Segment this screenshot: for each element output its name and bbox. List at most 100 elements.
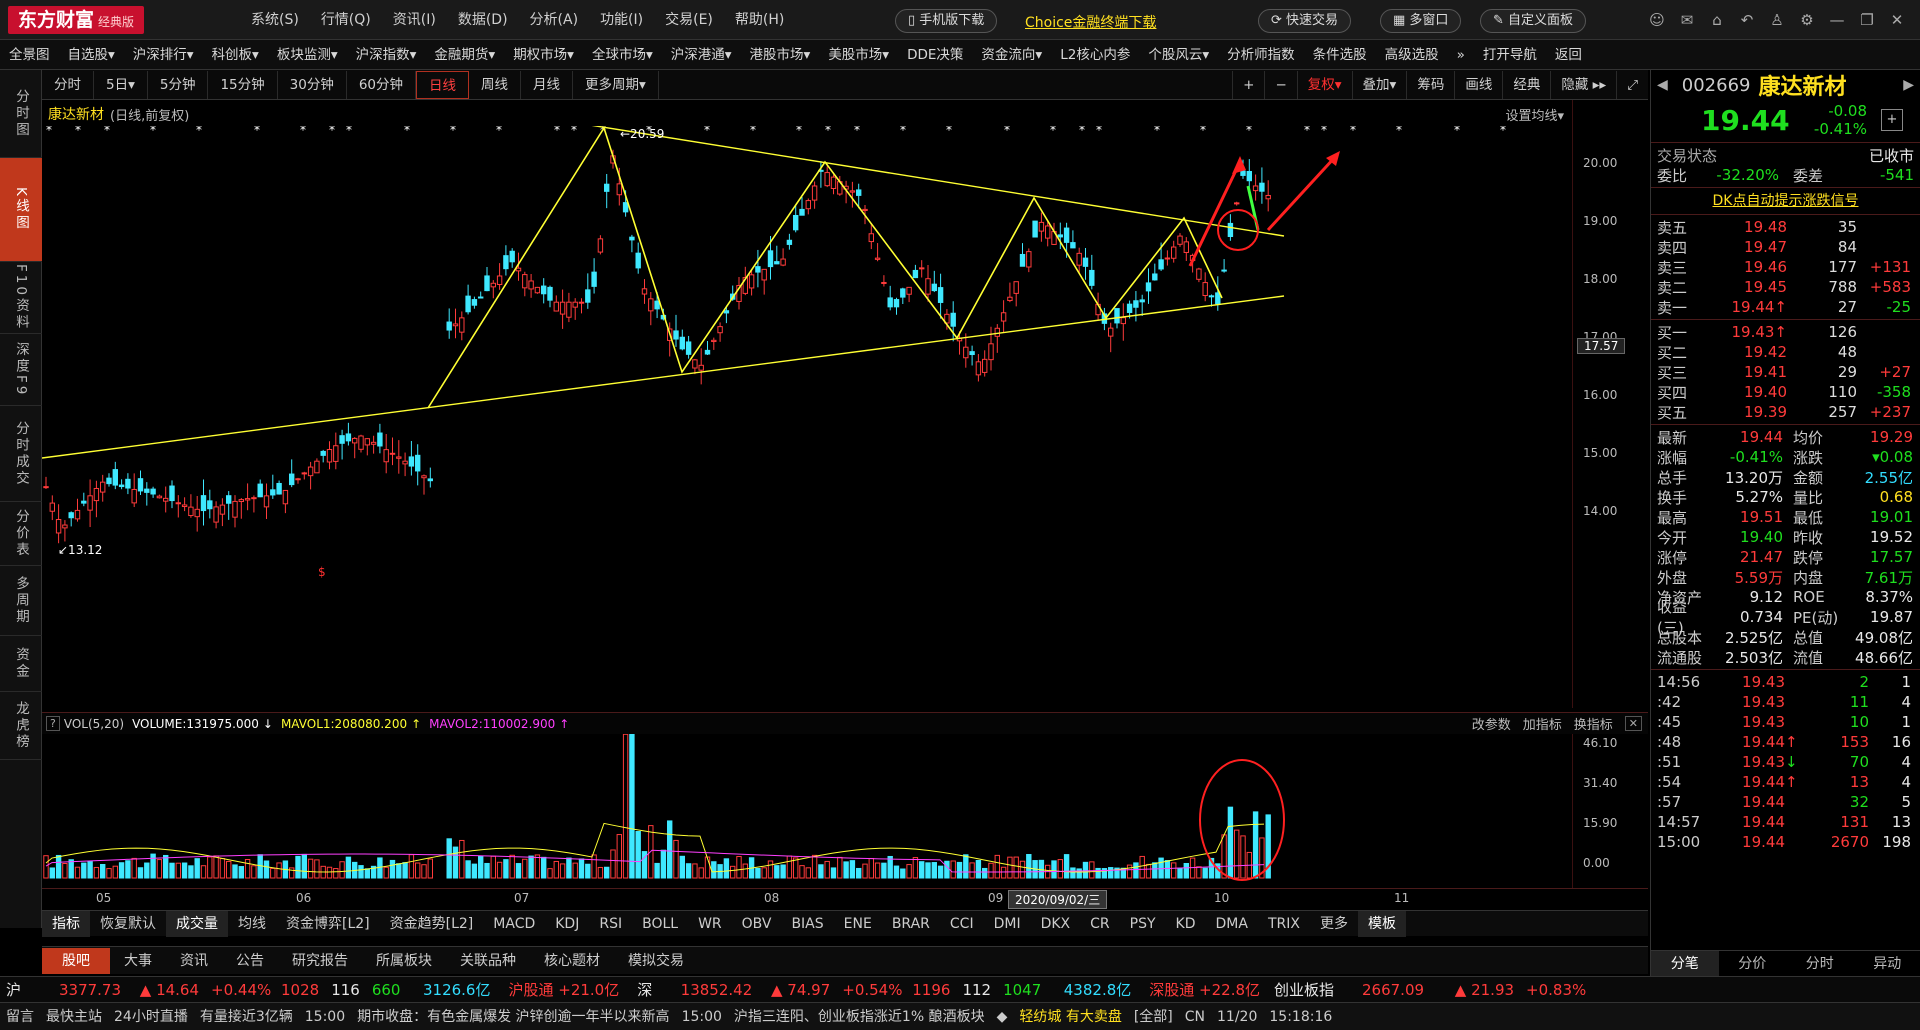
chart-tool-button[interactable]: 经典 [1502, 70, 1550, 99]
menu-item[interactable]: 帮助(H) [724, 0, 795, 40]
home-icon[interactable]: ⌂ [1702, 0, 1732, 40]
period-tab[interactable]: 30分钟 [278, 70, 347, 99]
period-tab[interactable]: 日线 [416, 70, 470, 99]
sh-index-value[interactable]: 3377.73 [27, 977, 127, 1003]
news-item[interactable]: 11/20 [1211, 1003, 1263, 1030]
restore-icon[interactable]: ❐ [1852, 0, 1882, 40]
indicator-tab[interactable]: ENE [834, 911, 882, 937]
indicator-tab[interactable]: 指标 [42, 910, 90, 937]
mobile-download-button[interactable]: ▯ 手机版下载 [895, 9, 998, 33]
close-panel-icon[interactable]: ✕ [1624, 716, 1642, 731]
period-tab[interactable]: 60分钟 [347, 70, 417, 99]
nav-item[interactable]: 全球市场▾ [583, 40, 662, 70]
volume-action-button[interactable]: 换指标 [1568, 714, 1619, 733]
quote-panel-tab[interactable]: 分价 [1719, 951, 1787, 977]
help-icon[interactable]: ? [46, 716, 60, 731]
indicator-tab[interactable]: DKX [1031, 911, 1081, 937]
view-tab[interactable]: F10资料 [0, 262, 42, 334]
indicator-tab[interactable]: MACD [483, 911, 545, 937]
indicator-tab[interactable]: CR [1080, 911, 1120, 937]
period-tab[interactable]: 5日▾ [94, 70, 148, 99]
user-icon[interactable]: ☺ [1642, 0, 1672, 40]
period-tab[interactable]: 更多周期▾ [573, 70, 659, 99]
info-tab[interactable]: 股吧 [42, 947, 110, 974]
indicator-tab[interactable]: 成交量 [166, 910, 228, 937]
indicator-tab[interactable]: 模板 [1357, 910, 1406, 937]
nav-item[interactable]: 返回 [1546, 40, 1591, 70]
nav-item[interactable]: 科创板▾ [203, 40, 268, 70]
news-item[interactable]: 有量接近3亿辆 [194, 1003, 299, 1030]
period-tab[interactable]: 5分钟 [148, 70, 209, 99]
info-tab[interactable]: 核心题材 [530, 948, 614, 974]
choice-download-link[interactable]: Choice金融终端下载 [1025, 12, 1156, 32]
view-tab[interactable]: 深度F9 [0, 334, 42, 406]
kline-chart[interactable]: * * * * * * * * * * * * * * * * * * * * * * * * * * * * * * * * * * * *←20.… [42, 126, 1572, 710]
chart-tool-button[interactable]: 画线 [1454, 70, 1502, 99]
indicator-tab[interactable]: TRIX [1258, 911, 1310, 937]
nav-item[interactable]: 美股市场▾ [819, 40, 898, 70]
view-tab[interactable]: 分价表 [0, 502, 42, 566]
chart-tool-button[interactable]: 复权▾ [1296, 70, 1352, 99]
info-tab[interactable]: 关联品种 [446, 948, 530, 974]
chart-tool-button[interactable]: − [1264, 70, 1296, 99]
news-item[interactable]: ◆ [991, 1003, 1014, 1030]
info-tab[interactable]: 大事 [110, 948, 166, 974]
chart-tool-button[interactable]: 筹码 [1406, 70, 1454, 99]
indicator-tab[interactable]: DMA [1206, 911, 1258, 937]
add-watchlist-icon[interactable]: + [1881, 109, 1903, 131]
news-item[interactable]: 15:00 [299, 1003, 351, 1030]
sz-index-value[interactable]: 13852.42 [658, 977, 758, 1003]
minimize-icon[interactable]: — [1822, 0, 1852, 40]
prev-stock-icon[interactable]: ◀ [1657, 77, 1668, 93]
info-tab[interactable]: 模拟交易 [614, 948, 698, 974]
indicator-tab[interactable]: PSY [1120, 911, 1166, 937]
back-icon[interactable]: ↶ [1732, 0, 1762, 40]
nav-item[interactable]: 沪深排行▾ [124, 40, 203, 70]
close-icon[interactable]: ✕ [1882, 0, 1912, 40]
chart-tool-button[interactable]: 叠加▾ [1351, 70, 1407, 99]
nav-item[interactable]: » [1448, 40, 1474, 70]
quote-panel-tab[interactable]: 分时 [1786, 951, 1854, 977]
volume-chart[interactable] [42, 734, 1572, 888]
news-item[interactable]: [全部] [1128, 1003, 1179, 1030]
quick-trade-button[interactable]: ⟳ 快速交易 [1258, 9, 1352, 33]
indicator-tab[interactable]: BIAS [781, 911, 833, 937]
indicator-tab[interactable]: CCI [940, 911, 984, 937]
nav-item[interactable]: 板块监测▾ [268, 40, 347, 70]
menu-item[interactable]: 功能(I) [589, 0, 654, 40]
indicator-tab[interactable]: 均线 [228, 911, 276, 937]
nav-item[interactable]: 期权市场▾ [504, 40, 583, 70]
period-tab[interactable]: 月线 [521, 70, 574, 99]
quote-panel-tab[interactable]: 分笔 [1651, 950, 1719, 977]
view-tab[interactable]: 分时成交 [0, 406, 42, 502]
settings-icon[interactable]: ⚙ [1792, 0, 1822, 40]
indicator-tab[interactable]: BRAR [882, 911, 940, 937]
next-stock-icon[interactable]: ▶ [1903, 77, 1914, 93]
news-item[interactable]: 轻纺城 有大卖盘 [1013, 1003, 1127, 1030]
news-item[interactable]: 期市收盘：有色金属爆发 沪锌创逾一年半以来新高 [351, 1003, 675, 1030]
view-tab[interactable]: 分时图 [0, 70, 42, 158]
indicator-tab[interactable]: DMI [984, 911, 1031, 937]
indicator-tab[interactable]: 恢复默认 [90, 911, 166, 937]
menu-item[interactable]: 行情(Q) [310, 0, 382, 40]
news-item[interactable]: 沪指三连阳、创业板指涨近1% 酿酒板块 [728, 1003, 991, 1030]
indicator-tab[interactable]: WR [688, 911, 732, 937]
menu-item[interactable]: 系统(S) [240, 0, 310, 40]
news-item[interactable]: 15:18:16 [1263, 1003, 1338, 1030]
indicator-tab[interactable]: KDJ [545, 911, 589, 937]
multi-window-button[interactable]: ▦ 多窗口 [1380, 9, 1462, 33]
indicator-tab[interactable]: 资金博弈[L2] [276, 911, 380, 937]
indicator-tab[interactable]: 资金趋势[L2] [380, 911, 484, 937]
nav-item[interactable]: 个股风云▾ [1139, 40, 1218, 70]
dk-signal-link[interactable]: DK点自动提示涨跌信号 [1651, 190, 1920, 212]
info-tab[interactable]: 所属板块 [362, 948, 446, 974]
period-tab[interactable]: 15分钟 [208, 70, 278, 99]
cy-index-value[interactable]: 2667.09 [1340, 977, 1430, 1003]
view-tab[interactable]: 资金 [0, 636, 42, 692]
chart-tool-button[interactable]: ⤢ [1616, 70, 1648, 99]
chart-tool-button[interactable]: 隐藏 ▸▸ [1550, 70, 1616, 99]
nav-item[interactable]: 沪深港通▾ [662, 40, 741, 70]
menu-item[interactable]: 数据(D) [447, 0, 519, 40]
nav-item[interactable]: 沪深指数▾ [347, 40, 426, 70]
shirt-icon[interactable]: ♙ [1762, 0, 1792, 40]
